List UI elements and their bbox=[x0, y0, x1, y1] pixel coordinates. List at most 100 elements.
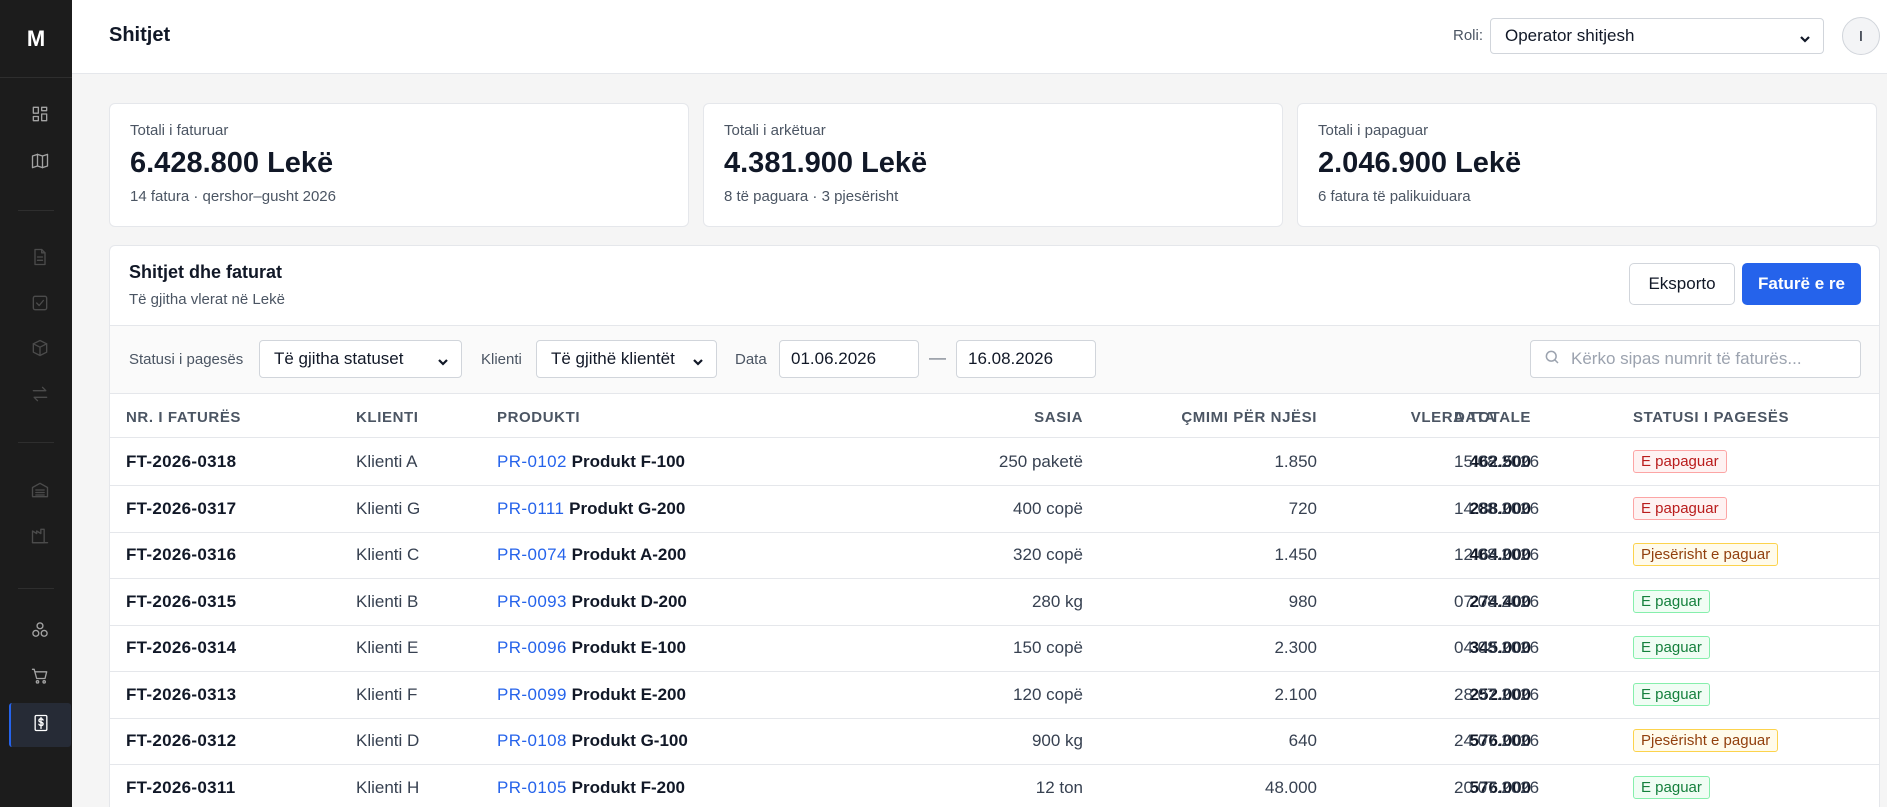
kpi-label: Totali i papaguar bbox=[1318, 122, 1429, 139]
new-invoice-button[interactable]: Faturë e re bbox=[1742, 263, 1861, 305]
product-code-link[interactable]: PR-0105 bbox=[497, 778, 567, 797]
sidebar: M bbox=[0, 0, 72, 807]
kpi-subtext: 14 fatura · qershor–gusht 2026 bbox=[130, 188, 336, 205]
map-icon bbox=[30, 151, 50, 176]
network-icon bbox=[30, 620, 50, 645]
product-name: Produkt E-200 bbox=[571, 684, 686, 704]
invoice-number[interactable]: FT-2026-0313 bbox=[126, 685, 236, 705]
kpi-label: Totali i arkëtuar bbox=[724, 122, 826, 139]
sidebar-item-factory[interactable] bbox=[9, 516, 71, 560]
quantity: 150 copë bbox=[1013, 638, 1083, 657]
product-name: Produkt G-100 bbox=[571, 731, 688, 750]
product-cell: PR-0105 Produkt F-200 bbox=[497, 778, 685, 798]
table-row[interactable]: FT-2026-0315 Klienti B PR-0093 Produkt D-2… bbox=[110, 579, 1879, 626]
column-header-total[interactable]: VLERA TOTALE bbox=[1360, 409, 1531, 426]
kpi-subtext: 6 fatura të palikuiduara bbox=[1318, 188, 1471, 205]
invoice-date: 15.08.2026 bbox=[1454, 452, 1540, 471]
role-select-value: Operator shitjesh bbox=[1505, 26, 1635, 45]
dashboard-icon bbox=[30, 104, 50, 129]
quantity: 320 copë bbox=[1013, 545, 1083, 564]
sidebar-item-documents[interactable] bbox=[9, 237, 71, 281]
role-select[interactable]: Operator shitjesh bbox=[1490, 18, 1824, 54]
product-code-link[interactable]: PR-0099 bbox=[497, 685, 567, 704]
sidebar-item-transfers[interactable] bbox=[9, 374, 71, 418]
quantity: 280 kg bbox=[1031, 591, 1083, 611]
unit-price: 640 bbox=[1288, 731, 1317, 750]
product-code-link[interactable]: PR-0074 bbox=[497, 545, 567, 564]
date-filter-label: Data bbox=[735, 351, 767, 368]
sidebar-item-products[interactable] bbox=[9, 328, 71, 372]
quantity: 900 kg bbox=[1031, 731, 1083, 750]
client-name: Klienti D bbox=[356, 731, 420, 750]
table-row[interactable]: FT-2026-0316 Klienti C PR-0074 Produkt A-2… bbox=[110, 532, 1879, 579]
product-code-link[interactable]: PR-0111 bbox=[497, 499, 564, 518]
column-header-client[interactable]: KLIENTI bbox=[356, 409, 419, 426]
product-cell: PR-0099 Produkt E-200 bbox=[497, 685, 686, 705]
unit-price: 720 bbox=[1288, 498, 1317, 518]
kpi-card-collected: Totali i arkëtuar 4.381.900 Lekë 8 të pa… bbox=[703, 103, 1283, 227]
status-filter-select[interactable]: Të gjitha statuset bbox=[259, 340, 462, 378]
client-filter-select[interactable]: Të gjithë klientët bbox=[536, 340, 717, 378]
client-name: Klienti C bbox=[356, 545, 420, 564]
table-row[interactable]: FT-2026-0318 Klienti A PR-0102 Produkt F-1… bbox=[110, 439, 1879, 486]
export-button[interactable]: Eksporto bbox=[1629, 263, 1735, 305]
transfer-icon bbox=[30, 384, 50, 409]
invoice-date: 14.08.2026 bbox=[1454, 498, 1540, 518]
sidebar-item-network[interactable] bbox=[9, 610, 71, 654]
column-header-quantity[interactable]: SASIA bbox=[810, 409, 1083, 426]
product-code-link[interactable]: PR-0093 bbox=[497, 592, 567, 611]
invoice-date: 28.07.2026 bbox=[1454, 684, 1540, 704]
column-header-invoice[interactable]: NR. I FATURËS bbox=[126, 409, 241, 426]
product-cell: PR-0102 Produkt F-100 bbox=[497, 452, 685, 472]
column-header-status[interactable]: STATUSI I PAGESËS bbox=[1633, 409, 1789, 426]
column-header-unit-price[interactable]: ÇMIMI PËR NJËSI bbox=[1110, 409, 1317, 426]
invoice-number[interactable]: FT-2026-0312 bbox=[126, 731, 236, 751]
invoice-date: 12.08.2026 bbox=[1454, 545, 1540, 564]
app-logo: M bbox=[0, 0, 72, 78]
invoice-number[interactable]: FT-2026-0318 bbox=[126, 452, 236, 472]
unit-price: 48.000 bbox=[1265, 777, 1317, 797]
client-filter-label: Klienti bbox=[481, 351, 522, 368]
client-name: Klienti A bbox=[356, 452, 418, 471]
product-code-link[interactable]: PR-0096 bbox=[497, 638, 567, 657]
invoice-number[interactable]: FT-2026-0311 bbox=[126, 778, 235, 798]
chevron-down-icon bbox=[437, 353, 449, 366]
column-header-date[interactable]: DATA bbox=[1454, 409, 1496, 426]
date-to-input[interactable]: 16.08.2026 bbox=[956, 340, 1096, 378]
table-row[interactable]: FT-2026-0312 Klienti D PR-0108 Produkt G-1… bbox=[110, 718, 1879, 765]
quantity: 12 ton bbox=[1035, 777, 1083, 797]
client-name: Klienti H bbox=[356, 777, 420, 797]
product-code-link[interactable]: PR-0108 bbox=[497, 731, 567, 750]
product-name: Produkt F-200 bbox=[571, 777, 685, 797]
kpi-label: Totali i faturuar bbox=[130, 122, 229, 139]
table-row[interactable]: FT-2026-0317 Klienti G PR-0111 Produkt G-2… bbox=[110, 486, 1879, 533]
invoice-number[interactable]: FT-2026-0314 bbox=[126, 638, 236, 658]
invoice-date: 20.07.2026 bbox=[1454, 777, 1540, 797]
client-name: Klienti G bbox=[356, 498, 421, 518]
search-icon bbox=[1543, 348, 1561, 371]
invoice-number[interactable]: FT-2026-0316 bbox=[126, 545, 236, 565]
avatar[interactable]: I bbox=[1842, 17, 1880, 55]
product-code-link[interactable]: PR-0102 bbox=[497, 452, 567, 471]
date-from-input[interactable]: 01.06.2026 bbox=[779, 340, 919, 378]
sidebar-item-map[interactable] bbox=[9, 141, 71, 185]
search-input[interactable]: Kërko sipas numrit të faturës... bbox=[1530, 340, 1861, 378]
sidebar-item-sales[interactable] bbox=[9, 703, 71, 747]
table-row[interactable]: FT-2026-0313 Klienti F PR-0099 Produkt E-2… bbox=[110, 672, 1879, 719]
sidebar-item-purchases[interactable] bbox=[9, 656, 71, 700]
quantity: 250 paketë bbox=[998, 452, 1083, 471]
sidebar-item-dashboard[interactable] bbox=[9, 94, 71, 138]
invoice-number[interactable]: FT-2026-0315 bbox=[126, 592, 236, 612]
box-icon bbox=[30, 338, 50, 363]
column-header-product[interactable]: PRODUKTI bbox=[497, 409, 580, 426]
sidebar-item-tasks[interactable] bbox=[9, 283, 71, 327]
table-row[interactable]: FT-2026-0311 Klienti H PR-0105 Produkt F-2… bbox=[110, 765, 1879, 807]
status-filter-value: Të gjitha statuset bbox=[274, 349, 404, 368]
table-row[interactable]: FT-2026-0314 Klienti E PR-0096 Produkt E-1… bbox=[110, 625, 1879, 672]
product-cell: PR-0096 Produkt E-100 bbox=[497, 638, 686, 658]
search-placeholder: Kërko sipas numrit të faturës... bbox=[1571, 349, 1802, 368]
invoice-number[interactable]: FT-2026-0317 bbox=[126, 499, 236, 519]
client-name: Klienti B bbox=[356, 591, 419, 611]
sidebar-item-warehouse[interactable] bbox=[9, 470, 71, 514]
chevron-down-icon bbox=[1799, 30, 1811, 43]
